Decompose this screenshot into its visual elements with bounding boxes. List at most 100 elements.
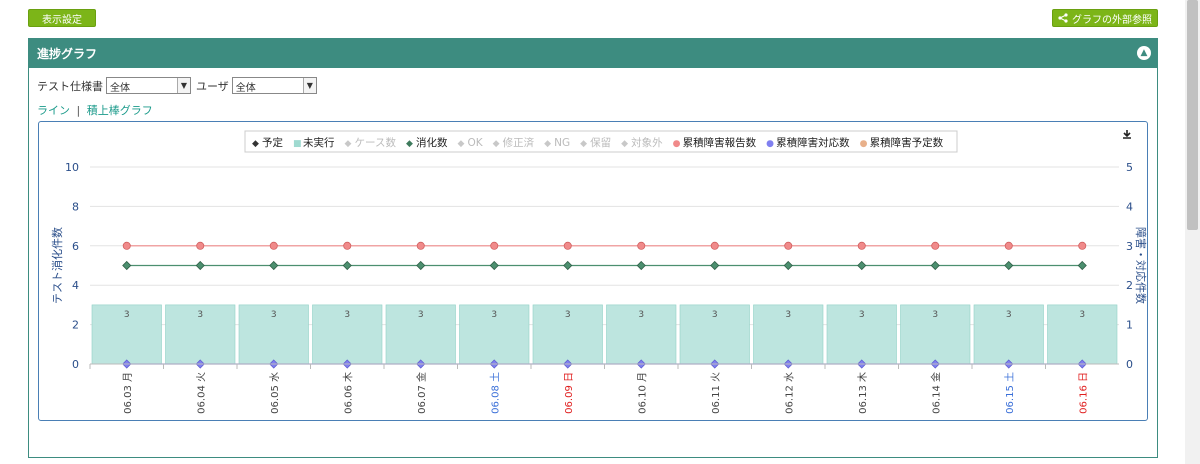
bar-data-label: 3 <box>785 310 791 320</box>
legend-item-5[interactable]: 修正済 <box>503 136 535 149</box>
point-消化数[interactable] <box>783 260 793 271</box>
x-tick-label: 06.04 火 <box>195 372 207 414</box>
y2-tick-label: 5 <box>1126 161 1133 174</box>
stacked-bar-view-link[interactable]: 積上棒グラフ <box>87 104 153 117</box>
user-filter-label: ユーザ <box>196 79 229 93</box>
x-tick-label: 06.03 月 <box>122 372 134 414</box>
user-select-value: 全体 <box>235 83 256 94</box>
bar-data-label: 3 <box>418 310 424 320</box>
panel-title: 進捗グラフ <box>37 47 98 61</box>
bar-data-label: 3 <box>271 310 277 320</box>
point-消化数[interactable] <box>416 260 426 271</box>
point-累積障害報告数[interactable] <box>1004 241 1013 250</box>
page-scrollbar[interactable] <box>1185 0 1200 464</box>
legend-item-1[interactable]: 未実行 <box>303 136 335 149</box>
download-icon[interactable] <box>1123 130 1131 139</box>
user-select[interactable]: 全体 ▼ <box>231 77 317 94</box>
bar-data-label: 3 <box>491 310 497 320</box>
graph-external-reference-button[interactable]: グラフの外部参照 <box>1052 9 1158 27</box>
point-消化数[interactable] <box>930 260 940 271</box>
bar-data-label: 3 <box>932 310 938 320</box>
bar-data-label: 3 <box>859 310 865 320</box>
y-tick-label: 0 <box>72 358 79 371</box>
progress-chart: ◆ 予定 ■ 未実行 ◆ ケース数 ◆ 消化数 ◆ OK ◆ 修正済 ◆ NG ◆ 保留 ◆ 対象外 ● 累積障害報告… <box>50 130 1148 414</box>
view-switch: ライン | 積上棒グラフ <box>37 102 153 118</box>
legend-marker-10: ● <box>766 139 774 149</box>
x-tick-label: 06.05 水 <box>269 372 281 414</box>
legend-marker-0: ◆ <box>252 139 259 149</box>
spec-filter-label: テスト仕様書 <box>37 79 103 93</box>
legend-item-6[interactable]: NG <box>554 137 570 149</box>
legend-item-3[interactable]: 消化数 <box>416 136 448 149</box>
point-消化数[interactable] <box>1077 260 1087 271</box>
point-消化数[interactable] <box>857 260 867 271</box>
legend-marker-4: ◆ <box>457 139 464 149</box>
point-累積障害報告数[interactable] <box>931 241 940 250</box>
point-累積障害報告数[interactable] <box>490 241 499 250</box>
point-累積障害報告数[interactable] <box>269 241 278 250</box>
legend-marker-2: ◆ <box>345 139 352 149</box>
legend-marker-11: ● <box>860 139 868 149</box>
y-axis-label: テスト消化件数 <box>50 227 64 304</box>
point-消化数[interactable] <box>1004 260 1014 271</box>
legend-item-7[interactable]: 保留 <box>590 136 611 149</box>
line-view-link[interactable]: ライン <box>37 104 70 117</box>
x-tick-label: 06.11 火 <box>710 372 722 414</box>
legend-item-8[interactable]: 対象外 <box>631 136 663 149</box>
point-消化数[interactable] <box>195 260 205 271</box>
y2-tick-label: 1 <box>1126 319 1133 332</box>
bar-data-label: 3 <box>124 310 130 320</box>
chevron-down-icon: ▼ <box>177 78 190 93</box>
legend-item-4[interactable]: OK <box>467 137 483 149</box>
x-tick-label: 06.16 日 <box>1078 372 1089 414</box>
y2-axis-label: 障害・対応件数 <box>1134 227 1147 304</box>
point-累積障害報告数[interactable] <box>637 241 646 250</box>
bar-data-label: 3 <box>1079 310 1085 320</box>
x-tick-label: 06.06 木 <box>342 372 354 414</box>
point-消化数[interactable] <box>636 260 646 271</box>
point-消化数[interactable] <box>269 260 279 271</box>
graph-external-reference-label: グラフの外部参照 <box>1072 14 1152 26</box>
y-tick-label: 2 <box>72 319 79 332</box>
point-累積障害報告数[interactable] <box>1078 241 1087 250</box>
scrollbar-thumb[interactable] <box>1187 0 1198 230</box>
legend-marker-5: ◆ <box>493 139 500 149</box>
x-tick-label: 06.13 木 <box>857 372 869 414</box>
point-累積障害報告数[interactable] <box>710 241 719 250</box>
legend-item-11[interactable]: 累積障害予定数 <box>870 136 944 149</box>
legend-item-10[interactable]: 累積障害対応数 <box>776 136 850 149</box>
legend-marker-7: ◆ <box>580 139 587 149</box>
bar-data-label: 3 <box>638 310 644 320</box>
legend-item-2[interactable]: ケース数 <box>355 136 397 149</box>
legend-marker-9: ● <box>673 139 681 149</box>
point-消化数[interactable] <box>563 260 573 271</box>
x-tick-label: 06.14 金 <box>929 372 942 414</box>
point-消化数[interactable] <box>710 260 720 271</box>
display-settings-button[interactable]: 表示設定 <box>28 9 96 27</box>
point-消化数[interactable] <box>122 260 132 271</box>
point-累積障害報告数[interactable] <box>122 241 131 250</box>
display-settings-label: 表示設定 <box>42 14 82 26</box>
legend-item-0[interactable]: 予定 <box>262 136 283 149</box>
y-tick-label: 6 <box>72 240 79 253</box>
point-累積障害報告数[interactable] <box>416 241 425 250</box>
point-消化数[interactable] <box>342 260 352 271</box>
collapse-icon[interactable]: ▲ <box>1137 46 1151 60</box>
legend-item-9[interactable]: 累積障害報告数 <box>683 136 757 149</box>
y-tick-label: 10 <box>65 161 79 174</box>
point-累積障害報告数[interactable] <box>784 241 793 250</box>
point-累積障害報告数[interactable] <box>343 241 352 250</box>
y2-tick-label: 3 <box>1126 240 1133 253</box>
bar-data-label: 3 <box>344 310 350 320</box>
point-消化数[interactable] <box>489 260 499 271</box>
spec-select[interactable]: 全体 ▼ <box>106 77 191 94</box>
y2-tick-label: 4 <box>1126 200 1133 213</box>
point-累積障害報告数[interactable] <box>857 241 866 250</box>
x-tick-label: 06.15 土 <box>1003 372 1016 414</box>
point-累積障害報告数[interactable] <box>196 241 205 250</box>
x-tick-label: 06.07 金 <box>415 372 428 414</box>
point-累積障害報告数[interactable] <box>563 241 572 250</box>
view-separator: | <box>76 104 81 117</box>
spec-select-value: 全体 <box>110 83 130 94</box>
share-icon <box>1058 13 1068 23</box>
